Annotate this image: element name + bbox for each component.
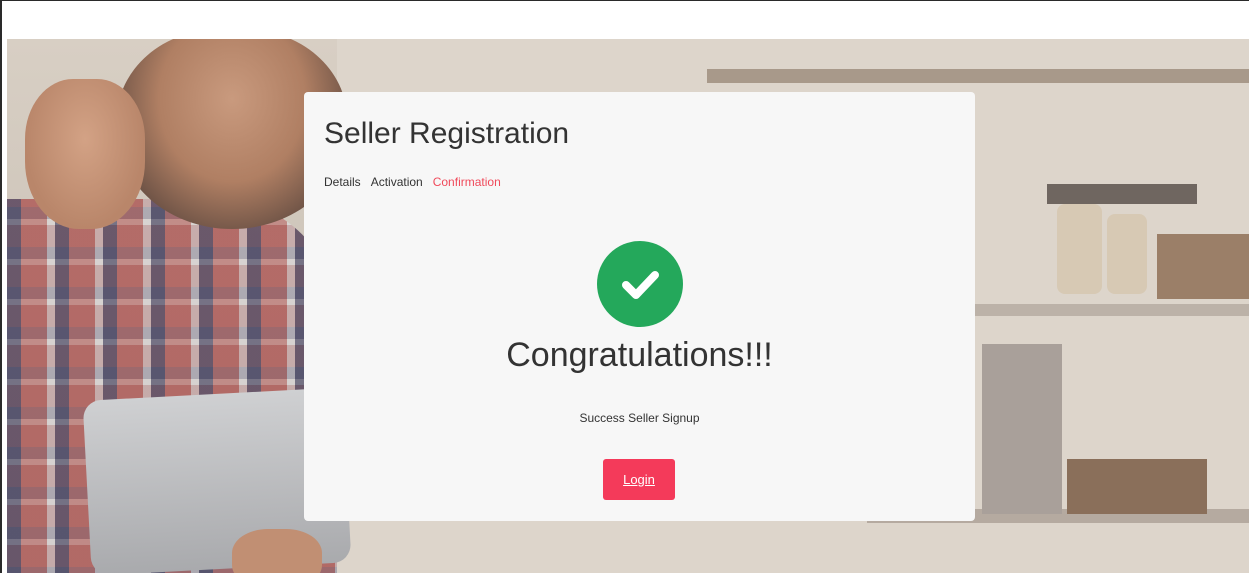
workshop-shelf: [707, 69, 1249, 83]
workshop-shelf: [967, 304, 1249, 316]
wooden-box: [1067, 459, 1207, 514]
storage-drawers: [982, 344, 1062, 514]
workshop-tool: [1047, 184, 1197, 204]
wooden-box: [1157, 234, 1249, 299]
check-circle-icon: [596, 241, 683, 327]
success-icon-wrapper: [304, 241, 975, 327]
success-heading: Congratulations!!!: [506, 336, 773, 374]
step-confirmation: Confirmation: [432, 175, 501, 189]
checkmark-icon: [621, 271, 659, 299]
page-title: Seller Registration: [324, 117, 570, 150]
wooden-spool: [1107, 214, 1147, 294]
registration-steps: Details Activation Confirmation: [324, 174, 955, 190]
person-hand: [25, 79, 145, 229]
page: Seller Registration Details Activation C…: [0, 0, 1249, 573]
login-button[interactable]: Login: [603, 459, 675, 500]
wooden-spool: [1057, 204, 1102, 294]
step-activation: Activation: [370, 175, 423, 189]
success-message: Success Seller Signup: [579, 411, 700, 425]
registration-card: Seller Registration Details Activation C…: [304, 92, 975, 521]
step-details: Details: [324, 175, 361, 189]
person-hand: [232, 529, 322, 573]
